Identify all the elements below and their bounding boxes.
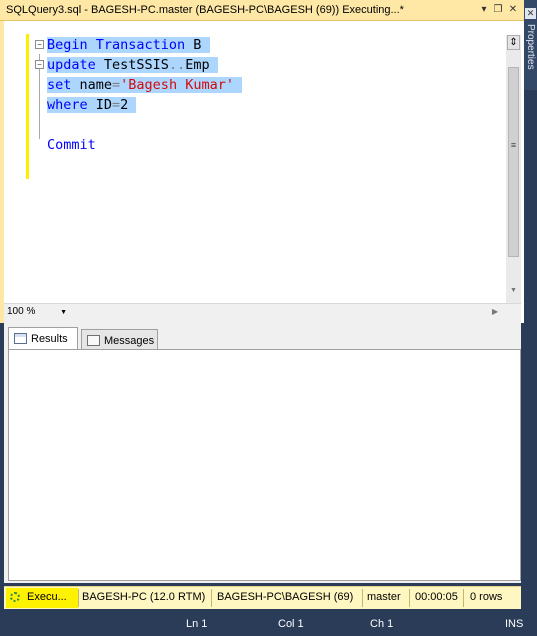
selection-padding xyxy=(210,57,218,73)
row-count: 0 rows xyxy=(470,591,503,603)
grid-icon xyxy=(14,333,27,344)
properties-side-panel[interactable]: ✕ Properties xyxy=(524,0,537,90)
query-state: Execu... xyxy=(27,591,67,603)
column-number: Col 1 xyxy=(278,618,304,630)
code-line[interactable]: where ID=2 xyxy=(47,96,137,114)
chevron-down-icon: ▼ xyxy=(60,309,67,316)
scrollbar-thumb[interactable] xyxy=(508,67,519,257)
zoom-selector[interactable]: 100 % ▼ xyxy=(7,306,67,322)
code-token: = xyxy=(112,77,121,93)
code-token: set xyxy=(47,77,72,93)
zoom-value: 100 % xyxy=(7,306,36,317)
scroll-right-icon[interactable]: ▶ xyxy=(492,307,498,316)
status-divider xyxy=(409,589,410,607)
query-editor[interactable]: − − Begin Transaction B update TestSSIS.… xyxy=(0,21,524,323)
query-status-bar: Execu... BAGESH-PC (12.0 RTM) BAGESH-PC\… xyxy=(4,586,521,609)
code-line-content: Commit xyxy=(47,137,96,153)
selection-padding xyxy=(201,37,209,53)
properties-tab-label: Properties xyxy=(525,24,536,70)
code-token: where xyxy=(47,97,88,113)
code-line-content: Begin Transaction B xyxy=(47,37,210,53)
code-token: name xyxy=(71,77,113,93)
status-divider xyxy=(463,589,464,607)
document-tab-title-bar[interactable]: SQLQuery3.sql - BAGESH-PC.master (BAGESH… xyxy=(0,0,524,21)
code-line[interactable]: set name='Bagesh Kumar' xyxy=(47,76,243,94)
editor-horizontal-bar: 100 % ▼ ▶ xyxy=(4,303,521,324)
status-divider xyxy=(362,589,363,607)
tab-messages-label: Messages xyxy=(104,335,155,347)
results-pane: Results Messages xyxy=(4,323,521,583)
editor-vertical-scrollbar[interactable]: ⇕ ≡ ▼ xyxy=(506,35,521,303)
collapse-block-icon[interactable]: − xyxy=(35,60,44,69)
results-grid[interactable] xyxy=(8,349,521,581)
pin-dropdown-icon[interactable]: ▾ xyxy=(478,3,490,16)
user-info: BAGESH-PC\BAGESH (69) xyxy=(217,591,354,603)
collapse-block-icon[interactable]: − xyxy=(35,40,44,49)
code-line-content: set name='Bagesh Kumar' xyxy=(47,77,243,93)
elapsed-time: 00:00:05 xyxy=(415,591,458,603)
code-token: .. xyxy=(168,57,186,73)
code-token: B xyxy=(185,37,202,53)
code-token: Commit xyxy=(47,137,96,153)
code-line[interactable]: Begin Transaction B xyxy=(47,36,210,54)
database-info: master xyxy=(367,591,401,603)
executing-spinner-icon xyxy=(10,592,20,602)
close-properties-icon[interactable]: ✕ xyxy=(525,8,536,19)
document-title: SQLQuery3.sql - BAGESH-PC.master (BAGESH… xyxy=(6,4,404,16)
code-line-content: where ID=2 xyxy=(47,97,137,113)
scroll-grip-icon: ≡ xyxy=(510,140,517,150)
code-token: Begin Transaction xyxy=(47,37,186,53)
code-line[interactable]: update TestSSIS..Emp xyxy=(47,56,218,74)
line-number: Ln 1 xyxy=(186,618,208,630)
change-tracking-bar xyxy=(26,34,29,179)
code-token: ID xyxy=(87,97,113,113)
server-info: BAGESH-PC (12.0 RTM) xyxy=(82,591,206,603)
status-divider xyxy=(211,589,212,607)
split-editor-icon[interactable]: ⇕ xyxy=(507,35,520,50)
selection-padding xyxy=(234,77,242,93)
tab-results-label: Results xyxy=(31,333,68,345)
code-token: 'Bagesh Kumar' xyxy=(120,77,234,93)
status-divider xyxy=(78,589,79,607)
code-token: update xyxy=(47,57,96,73)
tab-results[interactable]: Results xyxy=(8,327,78,350)
restore-window-icon[interactable]: ❐ xyxy=(492,3,504,16)
code-line-content: update TestSSIS..Emp xyxy=(47,57,218,73)
tab-messages[interactable]: Messages xyxy=(81,329,158,351)
code-token: Emp xyxy=(185,57,210,73)
selection-padding xyxy=(128,97,136,113)
character-number: Ch 1 xyxy=(370,618,394,630)
close-document-icon[interactable]: ✕ xyxy=(507,3,519,16)
scroll-down-icon[interactable]: ▼ xyxy=(508,287,519,299)
code-token: = xyxy=(112,97,121,113)
insert-mode: INS xyxy=(505,618,524,630)
code-token: TestSSIS xyxy=(95,57,169,73)
properties-tab[interactable]: Properties xyxy=(524,24,537,84)
messages-icon xyxy=(87,335,100,346)
code-line[interactable]: Commit xyxy=(47,136,96,154)
app-status-bar: Ln 1 Col 1 Ch 1 INS xyxy=(0,612,537,636)
